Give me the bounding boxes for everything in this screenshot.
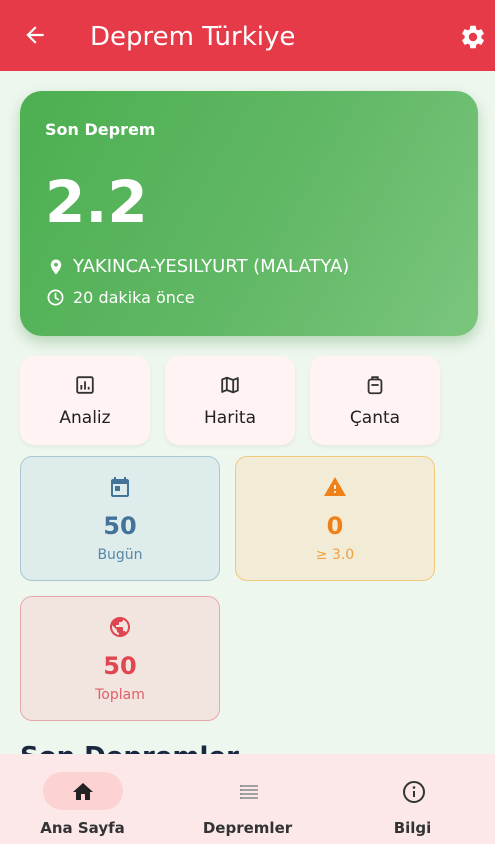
- nav-earthquakes[interactable]: Depremler: [165, 754, 330, 844]
- nav-home[interactable]: Ana Sayfa: [0, 754, 165, 844]
- stat-today-value: 50: [103, 512, 137, 540]
- globe-icon: [110, 617, 130, 637]
- calendar-icon: [111, 477, 129, 497]
- bottom-navigation: Ana Sayfa Depremler Bilgi: [0, 754, 495, 844]
- app-title: Deprem Türkiye: [90, 22, 296, 52]
- clock-icon: [47, 289, 64, 306]
- latest-label: Son Deprem: [45, 120, 156, 139]
- canta-button[interactable]: Çanta: [310, 356, 440, 445]
- nav-home-label: Ana Sayfa: [40, 819, 125, 837]
- nav-info-label: Bilgi: [393, 819, 432, 837]
- list-icon: [240, 785, 258, 799]
- latest-location: YAKINCA-YESILYURT (MALATYA): [73, 256, 350, 277]
- stat-strong-label: ≥ 3.0: [315, 547, 355, 563]
- analytics-icon: [76, 376, 94, 394]
- settings-gear-icon[interactable]: [459, 23, 487, 51]
- harita-label: Harita: [204, 408, 256, 428]
- map-icon: [221, 376, 239, 394]
- app-bar: Deprem Türkiye: [0, 0, 495, 71]
- stat-strong-card[interactable]: 0 ≥ 3.0: [235, 456, 435, 581]
- bag-icon: [367, 376, 383, 395]
- stat-total-card[interactable]: 50 Toplam: [20, 596, 220, 721]
- warning-icon: [324, 477, 346, 496]
- stat-strong-value: 0: [326, 512, 344, 540]
- latest-magnitude: 2.2: [45, 168, 148, 236]
- stat-today-card[interactable]: 50 Bugün: [20, 456, 220, 581]
- stat-total-label: Toplam: [95, 687, 145, 703]
- info-icon: [403, 781, 425, 803]
- harita-button[interactable]: Harita: [165, 356, 295, 445]
- back-arrow-icon[interactable]: [22, 22, 48, 48]
- nav-earthquakes-label: Depremler: [202, 819, 293, 837]
- home-icon: [73, 783, 93, 800]
- analiz-button[interactable]: Analiz: [20, 356, 150, 445]
- stat-total-value: 50: [103, 652, 137, 680]
- latest-time: 20 dakika önce: [73, 288, 195, 307]
- stat-today-label: Bugün: [97, 547, 143, 563]
- analiz-label: Analiz: [59, 408, 111, 428]
- location-pin-icon: [50, 259, 62, 275]
- nav-info[interactable]: Bilgi: [330, 754, 495, 844]
- latest-earthquake-card[interactable]: Son Deprem 2.2 YAKINCA-YESILYURT (MALATY…: [20, 91, 478, 336]
- canta-label: Çanta: [349, 408, 401, 428]
